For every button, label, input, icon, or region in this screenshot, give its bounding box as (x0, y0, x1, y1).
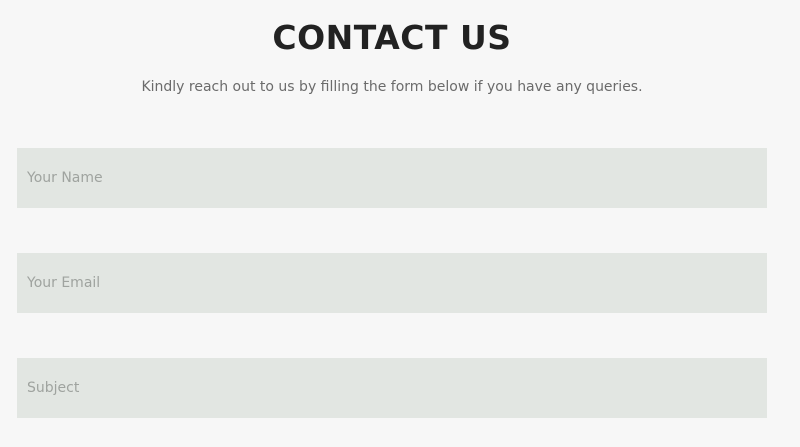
email-input[interactable] (17, 253, 767, 313)
page-subtitle: Kindly reach out to us by filling the fo… (141, 79, 643, 95)
name-input[interactable] (17, 148, 767, 208)
page-title: CONTACT US (272, 18, 512, 57)
subject-input[interactable] (17, 358, 767, 418)
contact-section: CONTACT US Kindly reach out to us by fil… (0, 0, 800, 447)
